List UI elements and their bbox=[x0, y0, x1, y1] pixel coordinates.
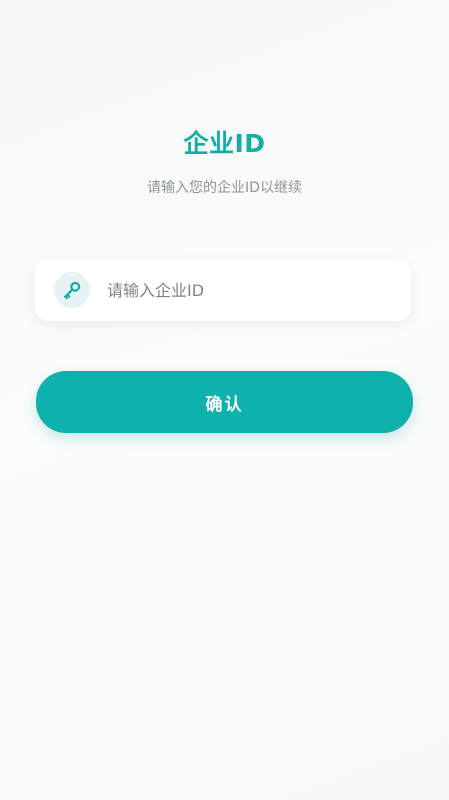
key-icon-graphic bbox=[64, 281, 81, 300]
enterprise-id-input[interactable] bbox=[107, 270, 411, 310]
page-subtitle: 请输入您的企业ID以继续 bbox=[147, 180, 302, 196]
enterprise-id-screen: 企业ID 请输入您的企业ID以继续 确认 bbox=[0, 0, 449, 800]
page-title: 企业ID bbox=[183, 129, 266, 158]
enterprise-id-field[interactable] bbox=[35, 259, 411, 321]
confirm-button[interactable]: 确认 bbox=[36, 371, 413, 433]
key-icon bbox=[54, 272, 90, 308]
